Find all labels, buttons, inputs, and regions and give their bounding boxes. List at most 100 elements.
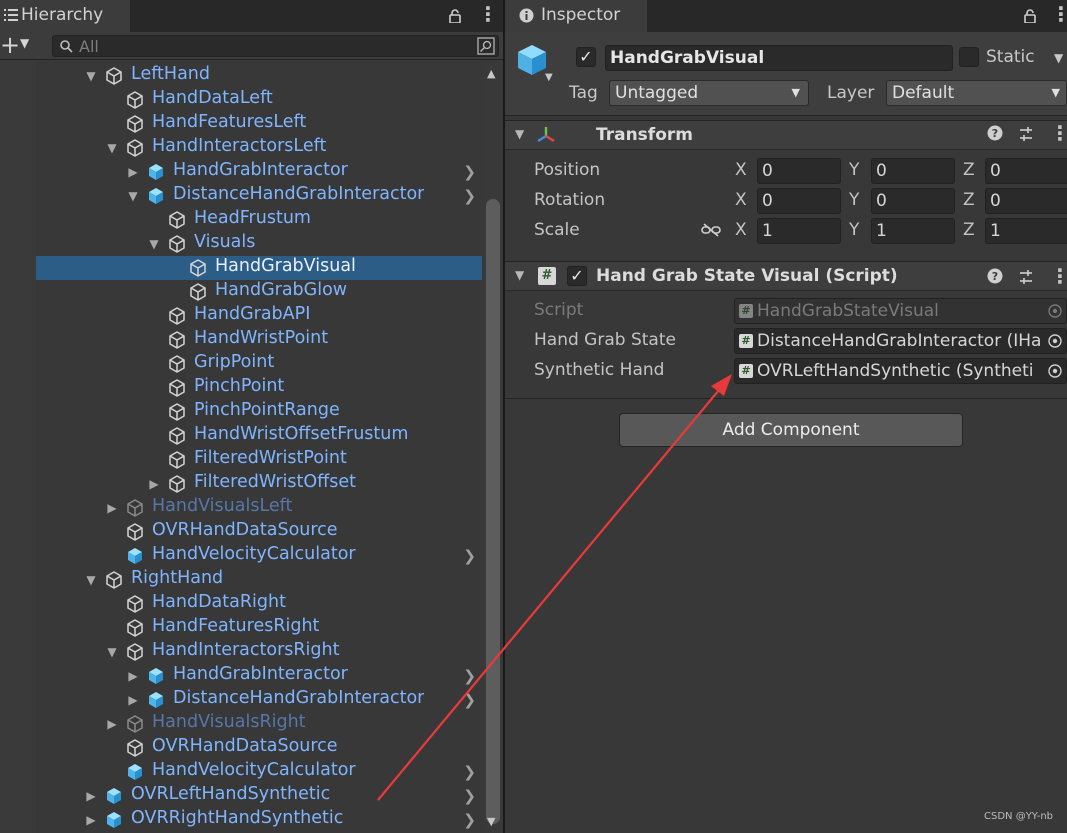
- script-component-header[interactable]: ▼ # ✓ Hand Grab State Visual (Script) ? …: [505, 261, 1067, 291]
- tree-row[interactable]: HeadFrustum: [36, 208, 482, 232]
- tab-inspector[interactable]: Inspector: [505, 0, 647, 32]
- help-icon[interactable]: ?: [987, 125, 1003, 146]
- tab-hierarchy[interactable]: Hierarchy: [0, 0, 130, 32]
- component-menu-icon[interactable]: ⋮: [1050, 264, 1067, 288]
- scene-search-icon[interactable]: [477, 37, 495, 60]
- transform-position-y-field[interactable]: 0: [871, 158, 955, 184]
- open-prefab-chevron-icon[interactable]: ❯: [463, 667, 476, 685]
- tag-dropdown[interactable]: Untagged ▼: [609, 80, 809, 106]
- object-picker-icon[interactable]: [1047, 363, 1063, 379]
- tree-row[interactable]: ▶ OVRLeftHandSynthetic ❯: [36, 784, 482, 808]
- transform-rotation-z-field[interactable]: 0: [985, 188, 1067, 214]
- foldout-arrow-icon[interactable]: ▼: [515, 268, 524, 282]
- object-picker-icon[interactable]: [1047, 333, 1063, 349]
- object-reference-field[interactable]: # OVRLeftHandSynthetic (Syntheti: [734, 358, 1067, 384]
- tree-row[interactable]: HandVelocityCalculator ❯: [36, 760, 482, 784]
- open-prefab-chevron-icon[interactable]: ❯: [463, 691, 476, 709]
- tree-row[interactable]: ▶ HandGrabInteractor ❯: [36, 160, 482, 184]
- tree-row[interactable]: HandFeaturesLeft: [36, 112, 482, 136]
- tree-row[interactable]: ▶ FilteredWristOffset: [36, 472, 482, 496]
- expand-open-icon[interactable]: ▼: [105, 141, 119, 155]
- tree-row[interactable]: GripPoint: [36, 352, 482, 376]
- dropdown-caret-icon[interactable]: ▼: [20, 36, 29, 50]
- transform-scale-z-field[interactable]: 1: [985, 218, 1067, 244]
- tree-row[interactable]: ▼ HandInteractorsRight: [36, 640, 482, 664]
- tree-row[interactable]: PinchPointRange: [36, 400, 482, 424]
- tree-row[interactable]: HandGrabGlow: [36, 280, 482, 304]
- tree-row[interactable]: ▶ HandVisualsLeft: [36, 496, 482, 520]
- transform-position-z-field[interactable]: 0: [985, 158, 1067, 184]
- preset-icon[interactable]: [1017, 268, 1035, 291]
- scroll-up-icon[interactable]: ▲: [487, 67, 495, 80]
- active-checkbox[interactable]: ✓: [576, 47, 596, 67]
- preset-icon[interactable]: [1017, 125, 1035, 148]
- tree-row[interactable]: ▼ Visuals: [36, 232, 482, 256]
- tree-row[interactable]: HandDataLeft: [36, 88, 482, 112]
- tree-row[interactable]: FilteredWristPoint: [36, 448, 482, 472]
- object-picker-icon[interactable]: [1047, 303, 1063, 319]
- expand-closed-icon[interactable]: ▶: [105, 717, 119, 731]
- scrollbar-thumb[interactable]: [486, 199, 500, 824]
- tree-row[interactable]: HandWristOffsetFrustum: [36, 424, 482, 448]
- tree-row[interactable]: HandVelocityCalculator ❯: [36, 544, 482, 568]
- layer-dropdown[interactable]: Default ▼: [886, 80, 1067, 106]
- constrain-proportions-icon[interactable]: [701, 222, 721, 243]
- tree-row[interactable]: HandWristPoint: [36, 328, 482, 352]
- icon-dropdown-caret-icon[interactable]: ▼: [545, 72, 553, 83]
- lock-icon[interactable]: [1024, 8, 1036, 28]
- axis-y-label[interactable]: Y: [849, 220, 859, 240]
- lock-icon[interactable]: [449, 8, 461, 28]
- transform-rotation-x-field[interactable]: 0: [757, 188, 841, 214]
- open-prefab-chevron-icon[interactable]: ❯: [463, 163, 476, 181]
- transform-scale-x-field[interactable]: 1: [757, 218, 841, 244]
- add-component-button[interactable]: Add Component: [619, 413, 963, 447]
- axis-x-label[interactable]: X: [735, 160, 747, 180]
- expand-open-icon[interactable]: ▼: [126, 189, 140, 203]
- expand-closed-icon[interactable]: ▶: [126, 669, 140, 683]
- expand-closed-icon[interactable]: ▶: [126, 693, 140, 707]
- axis-x-label[interactable]: X: [735, 220, 747, 240]
- static-checkbox[interactable]: [959, 47, 979, 67]
- transform-scale-y-field[interactable]: 1: [871, 218, 955, 244]
- tree-row[interactable]: ▶ OVRRightHandSynthetic ❯: [36, 808, 482, 832]
- expand-open-icon[interactable]: ▼: [147, 237, 161, 251]
- component-enabled-checkbox[interactable]: ✓: [567, 266, 587, 286]
- axis-x-label[interactable]: X: [735, 190, 747, 210]
- tree-row[interactable]: ▼ LeftHand: [36, 64, 482, 88]
- open-prefab-chevron-icon[interactable]: ❯: [463, 787, 476, 805]
- axis-z-label[interactable]: Z: [963, 220, 975, 240]
- object-reference-field[interactable]: # DistanceHandGrabInteractor (IHa: [734, 328, 1067, 354]
- open-prefab-chevron-icon[interactable]: ❯: [463, 811, 476, 829]
- expand-closed-icon[interactable]: ▶: [84, 789, 98, 803]
- help-icon[interactable]: ?: [987, 268, 1003, 289]
- hierarchy-search-input[interactable]: All: [52, 35, 499, 57]
- open-prefab-chevron-icon[interactable]: ❯: [463, 763, 476, 781]
- expand-open-icon[interactable]: ▼: [84, 573, 98, 587]
- open-prefab-chevron-icon[interactable]: ❯: [463, 547, 476, 565]
- tree-row-selected[interactable]: HandGrabVisual: [36, 256, 482, 280]
- tree-row[interactable]: HandGrabAPI: [36, 304, 482, 328]
- axis-y-label[interactable]: Y: [849, 190, 859, 210]
- open-prefab-chevron-icon[interactable]: ❯: [463, 187, 476, 205]
- tree-row[interactable]: OVRHandDataSource: [36, 520, 482, 544]
- tree-row[interactable]: PinchPoint: [36, 376, 482, 400]
- static-dropdown-icon[interactable]: ▼: [1054, 51, 1063, 65]
- expand-closed-icon[interactable]: ▶: [84, 813, 98, 827]
- foldout-arrow-icon[interactable]: ▼: [515, 127, 524, 141]
- tree-row[interactable]: HandFeaturesRight: [36, 616, 482, 640]
- tree-row[interactable]: ▶ HandVisualsRight: [36, 712, 482, 736]
- transform-position-x-field[interactable]: 0: [757, 158, 841, 184]
- tree-row[interactable]: HandDataRight: [36, 592, 482, 616]
- tree-row[interactable]: ▶ DistanceHandGrabInteractor ❯: [36, 688, 482, 712]
- expand-open-icon[interactable]: ▼: [84, 69, 98, 83]
- component-menu-icon[interactable]: ⋮: [1050, 121, 1067, 145]
- object-name-field[interactable]: HandGrabVisual: [605, 45, 953, 71]
- add-icon[interactable]: +: [0, 32, 20, 58]
- kebab-menu-icon[interactable]: ⋮: [1051, 2, 1067, 26]
- axis-z-label[interactable]: Z: [963, 190, 975, 210]
- expand-closed-icon[interactable]: ▶: [126, 165, 140, 179]
- transform-rotation-y-field[interactable]: 0: [871, 188, 955, 214]
- expand-closed-icon[interactable]: ▶: [147, 477, 161, 491]
- axis-y-label[interactable]: Y: [849, 160, 859, 180]
- tree-row[interactable]: OVRHandDataSource: [36, 736, 482, 760]
